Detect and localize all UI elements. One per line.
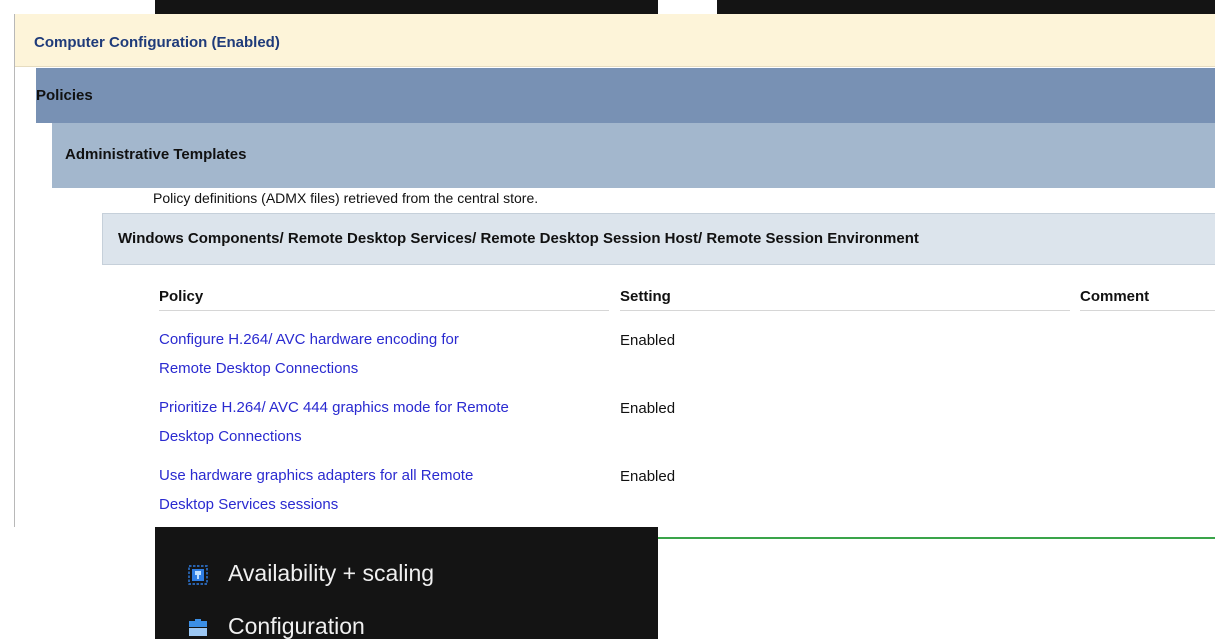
top-dark-panel-left bbox=[155, 0, 658, 14]
computer-configuration-label: Computer Configuration (Enabled) bbox=[34, 34, 280, 51]
policy-link-line: Desktop Connections bbox=[159, 428, 302, 445]
top-dark-panel-right bbox=[717, 0, 1215, 14]
column-divider-setting bbox=[620, 310, 1070, 311]
section-path-header[interactable]: Windows Components/ Remote Desktop Servi… bbox=[102, 213, 1215, 265]
policy-link-line: Configure H.264/ AVC hardware encoding f… bbox=[159, 331, 459, 348]
column-header-setting: Setting bbox=[620, 288, 671, 305]
policy-link-line: Use hardware graphics adapters for all R… bbox=[159, 467, 474, 484]
policy-link-line: Prioritize H.264/ AVC 444 graphics mode … bbox=[159, 399, 509, 416]
policy-link-line: Remote Desktop Connections bbox=[159, 360, 359, 377]
setting-value: Enabled bbox=[620, 332, 676, 349]
policy-link-avc444-graphics-mode[interactable]: Prioritize H.264/ AVC 444 graphics mode … bbox=[159, 393, 609, 451]
policy-link-line: Desktop Services sessions bbox=[159, 496, 339, 513]
column-divider-policy bbox=[159, 310, 609, 311]
policies-header[interactable]: Policies bbox=[36, 68, 1215, 123]
computer-configuration-header[interactable]: Computer Configuration (Enabled) bbox=[15, 14, 1215, 67]
administrative-templates-header[interactable]: Administrative Templates bbox=[52, 123, 1215, 188]
column-divider-comment bbox=[1080, 310, 1215, 311]
column-header-comment: Comment bbox=[1080, 288, 1150, 305]
menu-item-availability-scaling[interactable]: Availability + scaling bbox=[188, 560, 434, 587]
menu-item-label: Configuration bbox=[228, 613, 365, 639]
menu-item-configuration[interactable]: Configuration bbox=[188, 613, 365, 640]
policy-link-h264-hardware-encoding[interactable]: Configure H.264/ AVC hardware encoding f… bbox=[159, 325, 609, 383]
column-header-policy: Policy bbox=[159, 288, 204, 305]
gpo-report: Computer Configuration (Enabled) Policie… bbox=[14, 14, 1215, 527]
accent-divider bbox=[658, 537, 1215, 539]
section-path-label: Windows Components/ Remote Desktop Servi… bbox=[118, 230, 919, 247]
administrative-templates-label: Administrative Templates bbox=[65, 146, 247, 163]
policy-link-hardware-graphics-adapters[interactable]: Use hardware graphics adapters for all R… bbox=[159, 461, 609, 519]
setting-value: Enabled bbox=[620, 468, 676, 485]
availability-scaling-icon bbox=[188, 564, 208, 585]
setting-value: Enabled bbox=[620, 400, 676, 417]
configuration-icon bbox=[188, 617, 208, 637]
policies-label: Policies bbox=[36, 87, 93, 104]
admx-source-note: Policy definitions (ADMX files) retrieve… bbox=[153, 190, 539, 206]
menu-item-label: Availability + scaling bbox=[228, 560, 435, 586]
portal-side-menu: Availability + scaling Configuration bbox=[155, 527, 658, 639]
